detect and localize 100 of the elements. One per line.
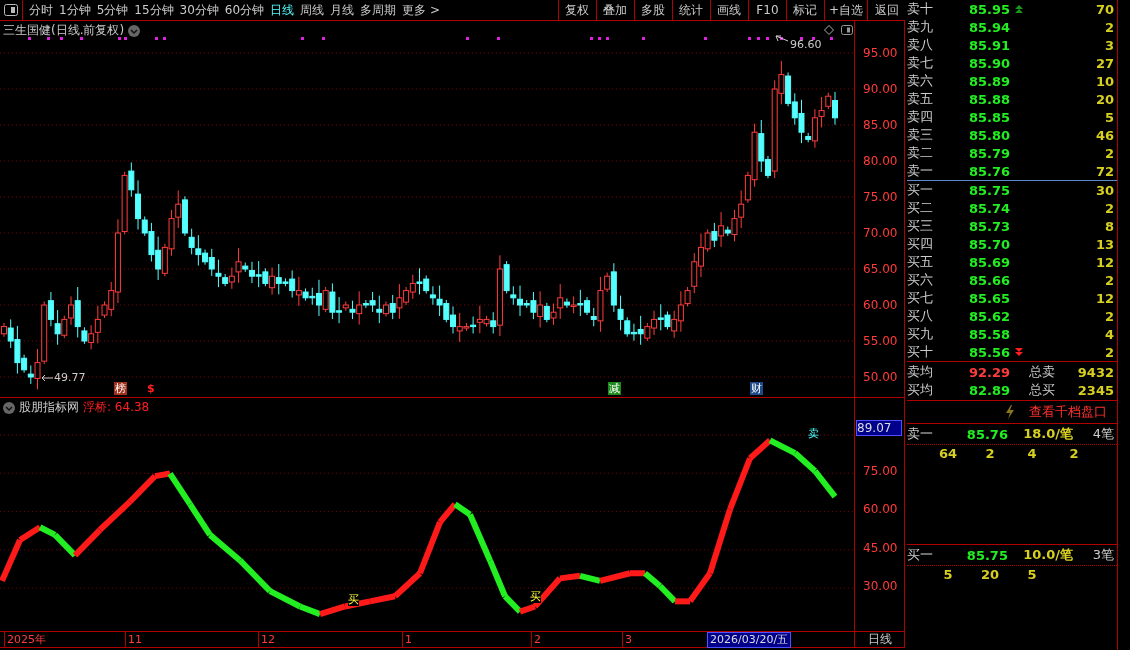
volume-value: 3 [1103, 37, 1115, 53]
order-size: 2 [1068, 445, 1080, 463]
price-value: 85.91 [969, 37, 1012, 53]
date-label: 2025年 [4, 632, 46, 647]
lightning-icon [1005, 405, 1015, 419]
period-label: 日线 [854, 632, 905, 647]
average-price: 82.89 [969, 382, 1012, 398]
volume-value: 70 [1094, 1, 1115, 17]
level-label: 卖五 [907, 90, 934, 108]
period-tab[interactable]: 日线 [267, 0, 298, 20]
period-tab[interactable]: 分时 [26, 0, 56, 20]
axis-label: 45.00 [863, 539, 898, 556]
depth-link[interactable]: 查看千档盘口 [1029, 403, 1107, 421]
period-tab[interactable]: 1分钟 [56, 0, 94, 20]
signal-label: 卖 [808, 428, 819, 440]
order-count: 3笔 [1092, 546, 1115, 564]
period-tab[interactable]: 15分钟 [131, 0, 177, 20]
level-label: 买十 [907, 343, 934, 361]
volume-value: 20 [1094, 91, 1115, 107]
level-label: 卖一 [907, 162, 934, 180]
price-value: 85.70 [969, 236, 1012, 252]
volume-value: 10 [1094, 73, 1115, 89]
level-label: 卖二 [907, 144, 934, 162]
summary-label: 卖均 [907, 363, 934, 381]
volume-value: 12 [1094, 254, 1115, 270]
total-volume: 2345 [1076, 382, 1115, 398]
period-tab[interactable]: 5分钟 [93, 0, 132, 20]
price-value: 85.85 [969, 109, 1012, 125]
price-value: 85.65 [969, 290, 1012, 306]
signal-label: 买 [530, 591, 541, 603]
volume-value: 2 [1103, 145, 1115, 161]
double-up-arrow-icon[interactable] [1015, 5, 1023, 13]
high-price-label: 96.60 [790, 38, 822, 51]
event-marker[interactable]: 榜 [114, 382, 127, 395]
level-label: 买九 [907, 325, 934, 343]
level-label: 卖四 [907, 108, 934, 126]
price-value: 85.73 [969, 218, 1012, 234]
volume-value: 8 [1103, 218, 1115, 234]
date-label: 11 [125, 632, 142, 647]
order-count: 4笔 [1092, 425, 1115, 443]
low-price-label: 49.77 [54, 371, 86, 384]
price-value: 85.94 [969, 19, 1012, 35]
volume-value: 13 [1094, 236, 1115, 252]
price-value: 85.74 [969, 200, 1012, 216]
volume-value: 2 [1103, 308, 1115, 324]
level-label: 卖六 [907, 72, 934, 90]
current-value-label: 89.07 [856, 420, 903, 436]
chevron-down-icon[interactable] [128, 24, 141, 37]
panel-toggle-icon[interactable] [841, 25, 853, 35]
volume-value: 2 [1103, 344, 1115, 360]
order-size: 4 [1026, 445, 1038, 463]
axis-label: 75.00 [863, 463, 898, 479]
axis-label: 60.00 [863, 297, 898, 313]
price-value: 85.75 [966, 547, 1009, 563]
level-label: 买一 [907, 546, 934, 564]
period-tab[interactable]: 60分钟 [221, 0, 268, 20]
total-volume: 9432 [1076, 364, 1115, 380]
per-order-value: 18.0/笔 [1023, 425, 1075, 443]
indicator-reading: 浮桥: 64.38 [83, 399, 150, 416]
volume-value: 30 [1094, 182, 1115, 198]
date-label: 2 [531, 632, 541, 647]
price-value: 85.76 [969, 163, 1012, 179]
level-label: 买五 [907, 253, 934, 271]
indicator-name: 股朋指标网 [19, 399, 79, 416]
panel-toggle-icon[interactable] [4, 4, 18, 16]
date-label: 12 [258, 632, 275, 647]
period-tab[interactable]: 30分钟 [176, 0, 222, 20]
volume-value: 72 [1094, 163, 1115, 179]
arrow-icon [41, 374, 53, 382]
cursor-date-label: 2026/03/20/五 [707, 632, 792, 648]
level-label: 买八 [907, 307, 934, 325]
price-value: 85.69 [969, 254, 1012, 270]
diamond-icon[interactable] [824, 25, 834, 35]
axis-label: 80.00 [863, 153, 898, 169]
axis-label: 85.00 [863, 117, 898, 133]
period-tab[interactable]: 多周期 [357, 0, 400, 20]
level-label: 卖十 [907, 0, 934, 18]
price-value: 85.76 [966, 426, 1009, 442]
volume-value: 4 [1103, 326, 1115, 342]
period-tab[interactable]: 月线 [327, 0, 358, 20]
event-marker[interactable]: 财 [750, 382, 763, 395]
event-marker[interactable]: 减 [608, 382, 621, 395]
order-size: 5 [942, 566, 954, 584]
level-label: 卖三 [907, 126, 934, 144]
order-size: 20 [979, 566, 1001, 584]
volume-value: 2 [1103, 200, 1115, 216]
price-value: 85.79 [969, 145, 1012, 161]
price-value: 85.58 [969, 326, 1012, 342]
order-size: 64 [937, 445, 959, 463]
level-label: 买一 [907, 181, 934, 199]
price-value: 85.89 [969, 73, 1012, 89]
event-marker[interactable]: $ [146, 382, 156, 395]
volume-value: 2 [1103, 272, 1115, 288]
chevron-down-icon[interactable] [3, 401, 15, 414]
level-label: 卖一 [907, 425, 934, 443]
period-tab[interactable]: 更多 > [399, 0, 443, 20]
per-order-value: 10.0/笔 [1023, 546, 1075, 564]
level-label: 卖九 [907, 18, 934, 36]
double-down-arrow-icon[interactable] [1015, 348, 1023, 356]
period-tab[interactable]: 周线 [297, 0, 328, 20]
